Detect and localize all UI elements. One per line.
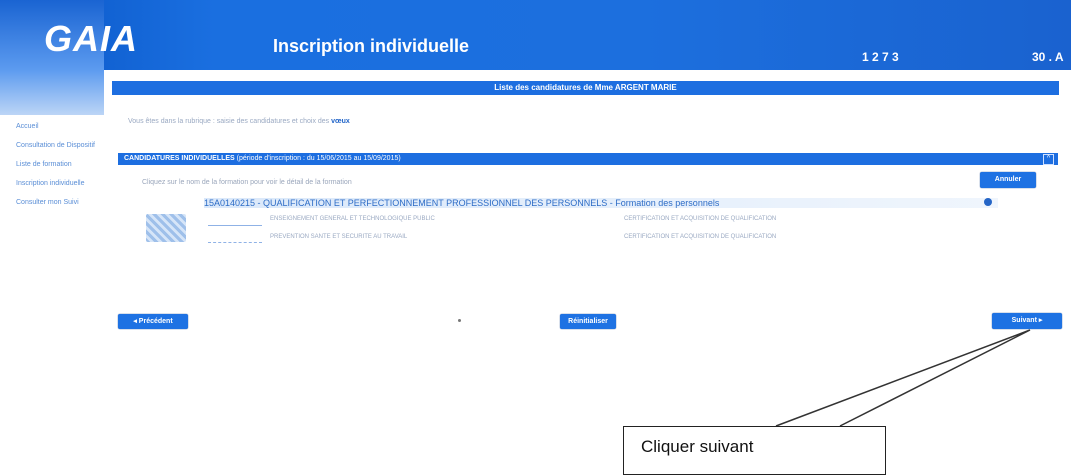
callout-text: Cliquer suivant [641,437,754,456]
callout-pointer [775,329,1031,427]
